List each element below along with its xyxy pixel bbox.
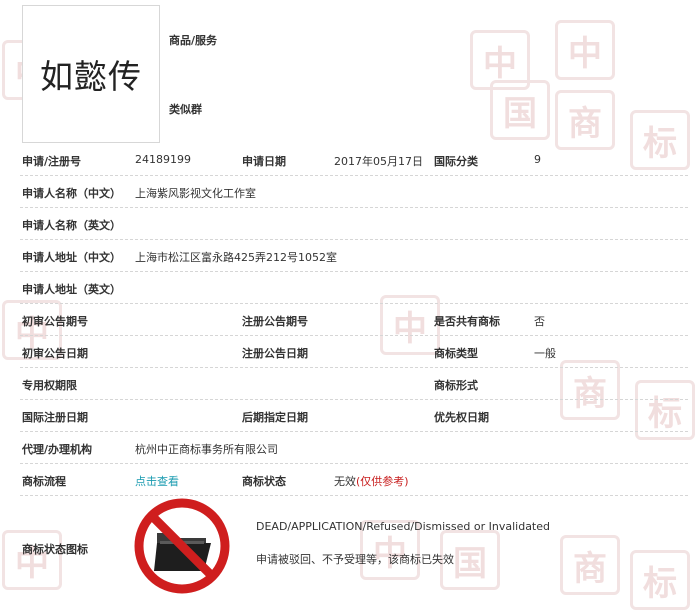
mark-status-text: 无效 xyxy=(334,475,356,488)
status-icon-label: 商标状态图标 xyxy=(22,543,88,556)
no-folder-icon xyxy=(134,498,230,594)
watermark-tile: 中 xyxy=(555,20,615,80)
reg-pub-date-label: 注册公告日期 xyxy=(242,347,308,360)
applicant-address-en-label: 申请人地址（英文） xyxy=(22,283,121,296)
watermark-tile: 标 xyxy=(630,110,690,170)
status-english-text: DEAD/APPLICATION/Refused/Dismissed or In… xyxy=(256,520,550,533)
row-divider xyxy=(20,303,688,304)
application-date-label: 申请日期 xyxy=(242,155,286,168)
row-divider xyxy=(20,239,688,240)
row-divider xyxy=(20,271,688,272)
mark-status-label: 商标状态 xyxy=(242,475,286,488)
row-divider xyxy=(20,175,688,176)
trademark-name: 如懿传 xyxy=(40,57,142,96)
mark-status-value: 无效(仅供参考) xyxy=(334,473,409,489)
application-date-value: 2017年05月17日 xyxy=(334,155,423,168)
reg-pub-no-label: 注册公告期号 xyxy=(242,315,308,328)
intl-reg-date-label: 国际注册日期 xyxy=(22,411,88,424)
mark-type-value: 一般 xyxy=(534,347,556,360)
applicant-address-cn-value: 上海市松江区富永路425弄212号1052室 xyxy=(135,251,337,264)
mark-type-label: 商标类型 xyxy=(434,347,478,360)
intl-class-label: 国际分类 xyxy=(434,155,478,168)
watermark-tile: 标 xyxy=(630,550,690,610)
watermark-tile: 中 xyxy=(380,295,440,355)
watermark-tile: 国 xyxy=(490,80,550,140)
row-divider xyxy=(20,367,688,368)
watermark-tile: 商 xyxy=(555,90,615,150)
watermark-tile: 商 xyxy=(560,360,620,420)
mark-form-label: 商标形式 xyxy=(434,379,478,392)
watermark-tile: 商 xyxy=(560,535,620,595)
intl-class-value: 9 xyxy=(534,153,541,166)
registration-number-label: 申请/注册号 xyxy=(22,155,82,168)
row-divider xyxy=(20,463,688,464)
priority-date-label: 优先权日期 xyxy=(434,411,489,424)
exclusive-period-label: 专用权期限 xyxy=(22,379,77,392)
prelim-pub-no-label: 初审公告期号 xyxy=(22,315,88,328)
applicant-address-cn-label: 申请人地址（中文） xyxy=(22,251,121,264)
trademark-image: 如懿传 xyxy=(22,5,160,143)
similar-group-label: 类似群 xyxy=(169,103,202,116)
row-divider xyxy=(20,399,688,400)
mark-status-note: (仅供参考) xyxy=(356,475,409,488)
goods-services-label: 商品/服务 xyxy=(169,34,218,47)
applicant-name-cn-value: 上海紫风影视文化工作室 xyxy=(135,187,256,200)
shared-mark-value: 否 xyxy=(534,315,545,328)
registration-number-value: 24189199 xyxy=(135,153,191,166)
row-divider xyxy=(20,495,688,496)
later-designation-date-label: 后期指定日期 xyxy=(242,411,308,424)
process-link[interactable]: 点击查看 xyxy=(135,473,179,489)
row-divider xyxy=(20,207,688,208)
agent-value: 杭州中正商标事务所有限公司 xyxy=(135,443,278,456)
row-divider xyxy=(20,431,688,432)
row-divider xyxy=(20,335,688,336)
watermark-tile: 中 xyxy=(2,530,62,590)
agent-label: 代理/办理机构 xyxy=(22,443,93,456)
process-label: 商标流程 xyxy=(22,475,66,488)
applicant-name-cn-label: 申请人名称（中文） xyxy=(22,187,121,200)
prelim-pub-date-label: 初审公告日期 xyxy=(22,347,88,360)
applicant-name-en-label: 申请人名称（英文） xyxy=(22,219,121,232)
shared-mark-label: 是否共有商标 xyxy=(434,315,500,328)
status-chinese-text: 申请被驳回、不予受理等，该商标已失效 xyxy=(256,553,454,566)
